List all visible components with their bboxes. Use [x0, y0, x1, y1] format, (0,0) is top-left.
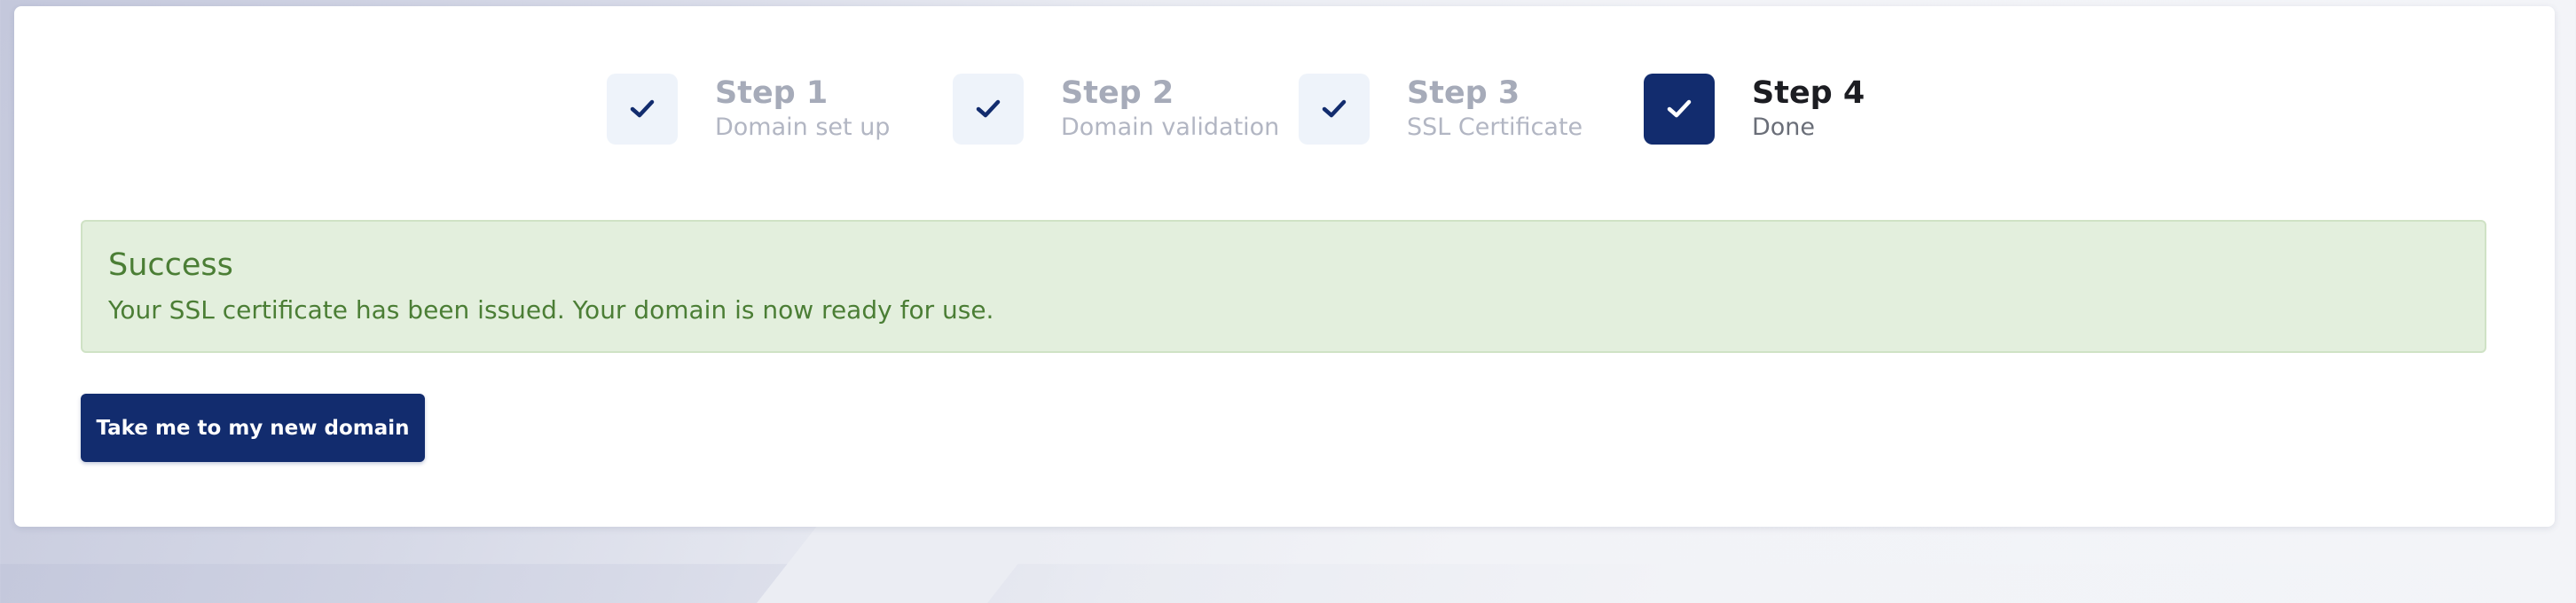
- check-icon: [1667, 99, 1692, 118]
- step-4-title: Step 4: [1752, 75, 1865, 111]
- wizard-card: Step 1 Domain set up Step 2 Domain valid…: [14, 6, 2555, 527]
- go-to-domain-button[interactable]: Take me to my new domain: [81, 394, 425, 462]
- step-2-check-box: [953, 74, 1024, 145]
- step-3-subtitle: SSL Certificate: [1407, 114, 1583, 141]
- step-3-check-box: [1299, 74, 1370, 145]
- success-alert: Success Your SSL certificate has been is…: [81, 220, 2486, 353]
- step-1-subtitle: Domain set up: [715, 114, 891, 141]
- step-2-text: Step 2 Domain validation: [1061, 74, 1279, 144]
- step-4-subtitle: Done: [1752, 114, 1816, 141]
- step-1-check-box: [607, 74, 678, 145]
- step-4: Step 4 Done: [1644, 73, 1865, 145]
- step-1-text: Step 1 Domain set up: [715, 74, 890, 144]
- step-3-text: Step 3 SSL Certificate: [1407, 74, 1583, 144]
- alert-message: Your SSL certificate has been issued. Yo…: [108, 295, 994, 325]
- step-4-check-box: [1644, 74, 1715, 145]
- step-2: Step 2 Domain validation: [953, 73, 1279, 145]
- step-3: Step 3 SSL Certificate: [1299, 73, 1583, 145]
- check-icon: [630, 99, 655, 118]
- step-4-text: Step 4 Done: [1752, 74, 1865, 144]
- step-3-title: Step 3: [1407, 75, 1520, 111]
- step-2-subtitle: Domain validation: [1061, 114, 1280, 141]
- step-2-title: Step 2: [1061, 75, 1174, 111]
- stepper: Step 1 Domain set up Step 2 Domain valid…: [14, 73, 2555, 154]
- alert-title: Success: [108, 247, 233, 283]
- check-icon: [1322, 99, 1347, 118]
- check-icon: [976, 99, 1001, 118]
- step-1-title: Step 1: [715, 75, 829, 111]
- step-1: Step 1 Domain set up: [607, 73, 890, 145]
